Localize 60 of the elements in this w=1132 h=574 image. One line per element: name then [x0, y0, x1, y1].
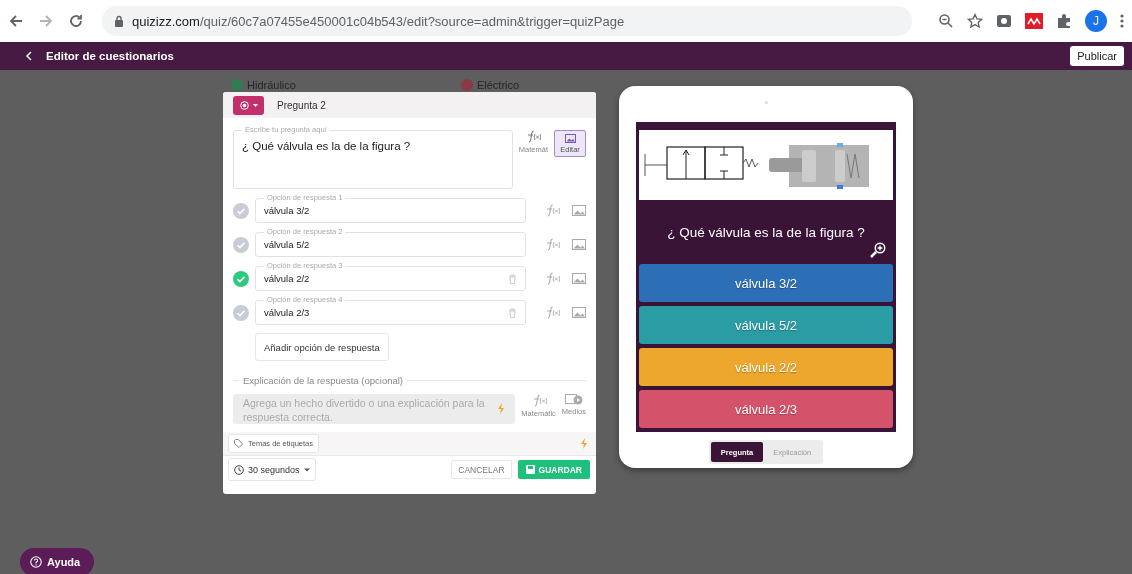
save-icon	[525, 465, 535, 474]
answer-option[interactable]: válvula 2/3	[639, 390, 893, 428]
caret-icon	[303, 467, 310, 472]
question-text: ¿ Qué válvula es la de la figura ?	[667, 224, 865, 240]
publish-button[interactable]: Publicar	[1070, 46, 1124, 66]
image-icon[interactable]	[572, 239, 586, 250]
check-circle-icon[interactable]	[233, 270, 249, 287]
check-circle-icon[interactable]	[233, 304, 249, 321]
function-icon[interactable]	[525, 130, 542, 143]
forward-icon[interactable]	[38, 13, 54, 29]
time-select[interactable]: 30 segundos	[228, 458, 316, 481]
zoom-out-icon[interactable]	[938, 13, 954, 29]
add-option-button[interactable]: Añadir opción de respuesta	[255, 333, 389, 361]
extension-icon[interactable]	[996, 13, 1012, 29]
page-title: Editor de cuestionarios	[46, 50, 174, 62]
address-bar[interactable]: quizizz.com/quiz/60c7a07455e450001c04b543/edit?source=admin&trigger=quizPage	[102, 6, 912, 36]
check-circle-icon[interactable]	[233, 202, 249, 219]
menu-icon[interactable]	[1120, 13, 1124, 29]
image-icon[interactable]	[572, 307, 586, 318]
lightning-icon[interactable]	[497, 403, 506, 414]
function-icon[interactable]	[544, 238, 560, 251]
cancel-button[interactable]: CANCELAR	[451, 460, 512, 479]
question-number: Pregunta 2	[277, 99, 326, 111]
answer-text: válvula 2/3	[263, 307, 310, 318]
lightning-icon[interactable]	[580, 438, 588, 449]
image-icon	[564, 133, 576, 143]
question-text: ¿ Qué válvula es la de la figura ?	[242, 140, 411, 152]
tag-icon	[234, 439, 244, 448]
category-label: Eléctrico	[476, 79, 520, 91]
function-icon[interactable]	[544, 306, 560, 319]
answer-option[interactable]: válvula 3/2	[639, 264, 893, 302]
help-button[interactable]: Ayuda	[20, 548, 95, 574]
category-label: Hidráulico	[247, 79, 296, 91]
section-heading: Explicación de la respuesta (opcional)	[243, 375, 403, 386]
function-icon[interactable]	[544, 204, 560, 217]
profile-avatar[interactable]: J	[1085, 10, 1107, 32]
lock-icon	[114, 15, 124, 27]
back-icon[interactable]	[8, 13, 24, 29]
trash-icon[interactable]	[508, 307, 517, 318]
reload-icon[interactable]	[68, 13, 84, 29]
answer-text: válvula 2/2	[263, 273, 310, 284]
caret-icon	[252, 103, 258, 107]
media-icon[interactable]	[564, 394, 583, 405]
image-icon[interactable]	[572, 205, 586, 216]
function-icon[interactable]	[544, 272, 560, 285]
question-type-button[interactable]	[233, 95, 264, 115]
answer-text: válvula 3/2	[263, 205, 310, 216]
answer-text: válvula 5/2	[263, 239, 310, 250]
check-circle-icon[interactable]	[233, 236, 249, 253]
extension-icon[interactable]	[1025, 13, 1043, 29]
image-icon[interactable]	[572, 273, 586, 284]
help-icon	[30, 556, 42, 568]
url-text: quizizz.com/quiz/60c7a07455e450001c04b543/edit?source=admin&trigger=quizPage	[132, 13, 625, 29]
back-icon[interactable]	[26, 51, 32, 61]
target-icon	[239, 100, 249, 110]
clock-icon	[234, 464, 244, 475]
star-icon[interactable]	[967, 13, 983, 29]
zoom-in-icon[interactable]	[869, 241, 887, 259]
trash-icon[interactable]	[508, 273, 517, 284]
puzzle-icon[interactable]	[1056, 13, 1072, 29]
